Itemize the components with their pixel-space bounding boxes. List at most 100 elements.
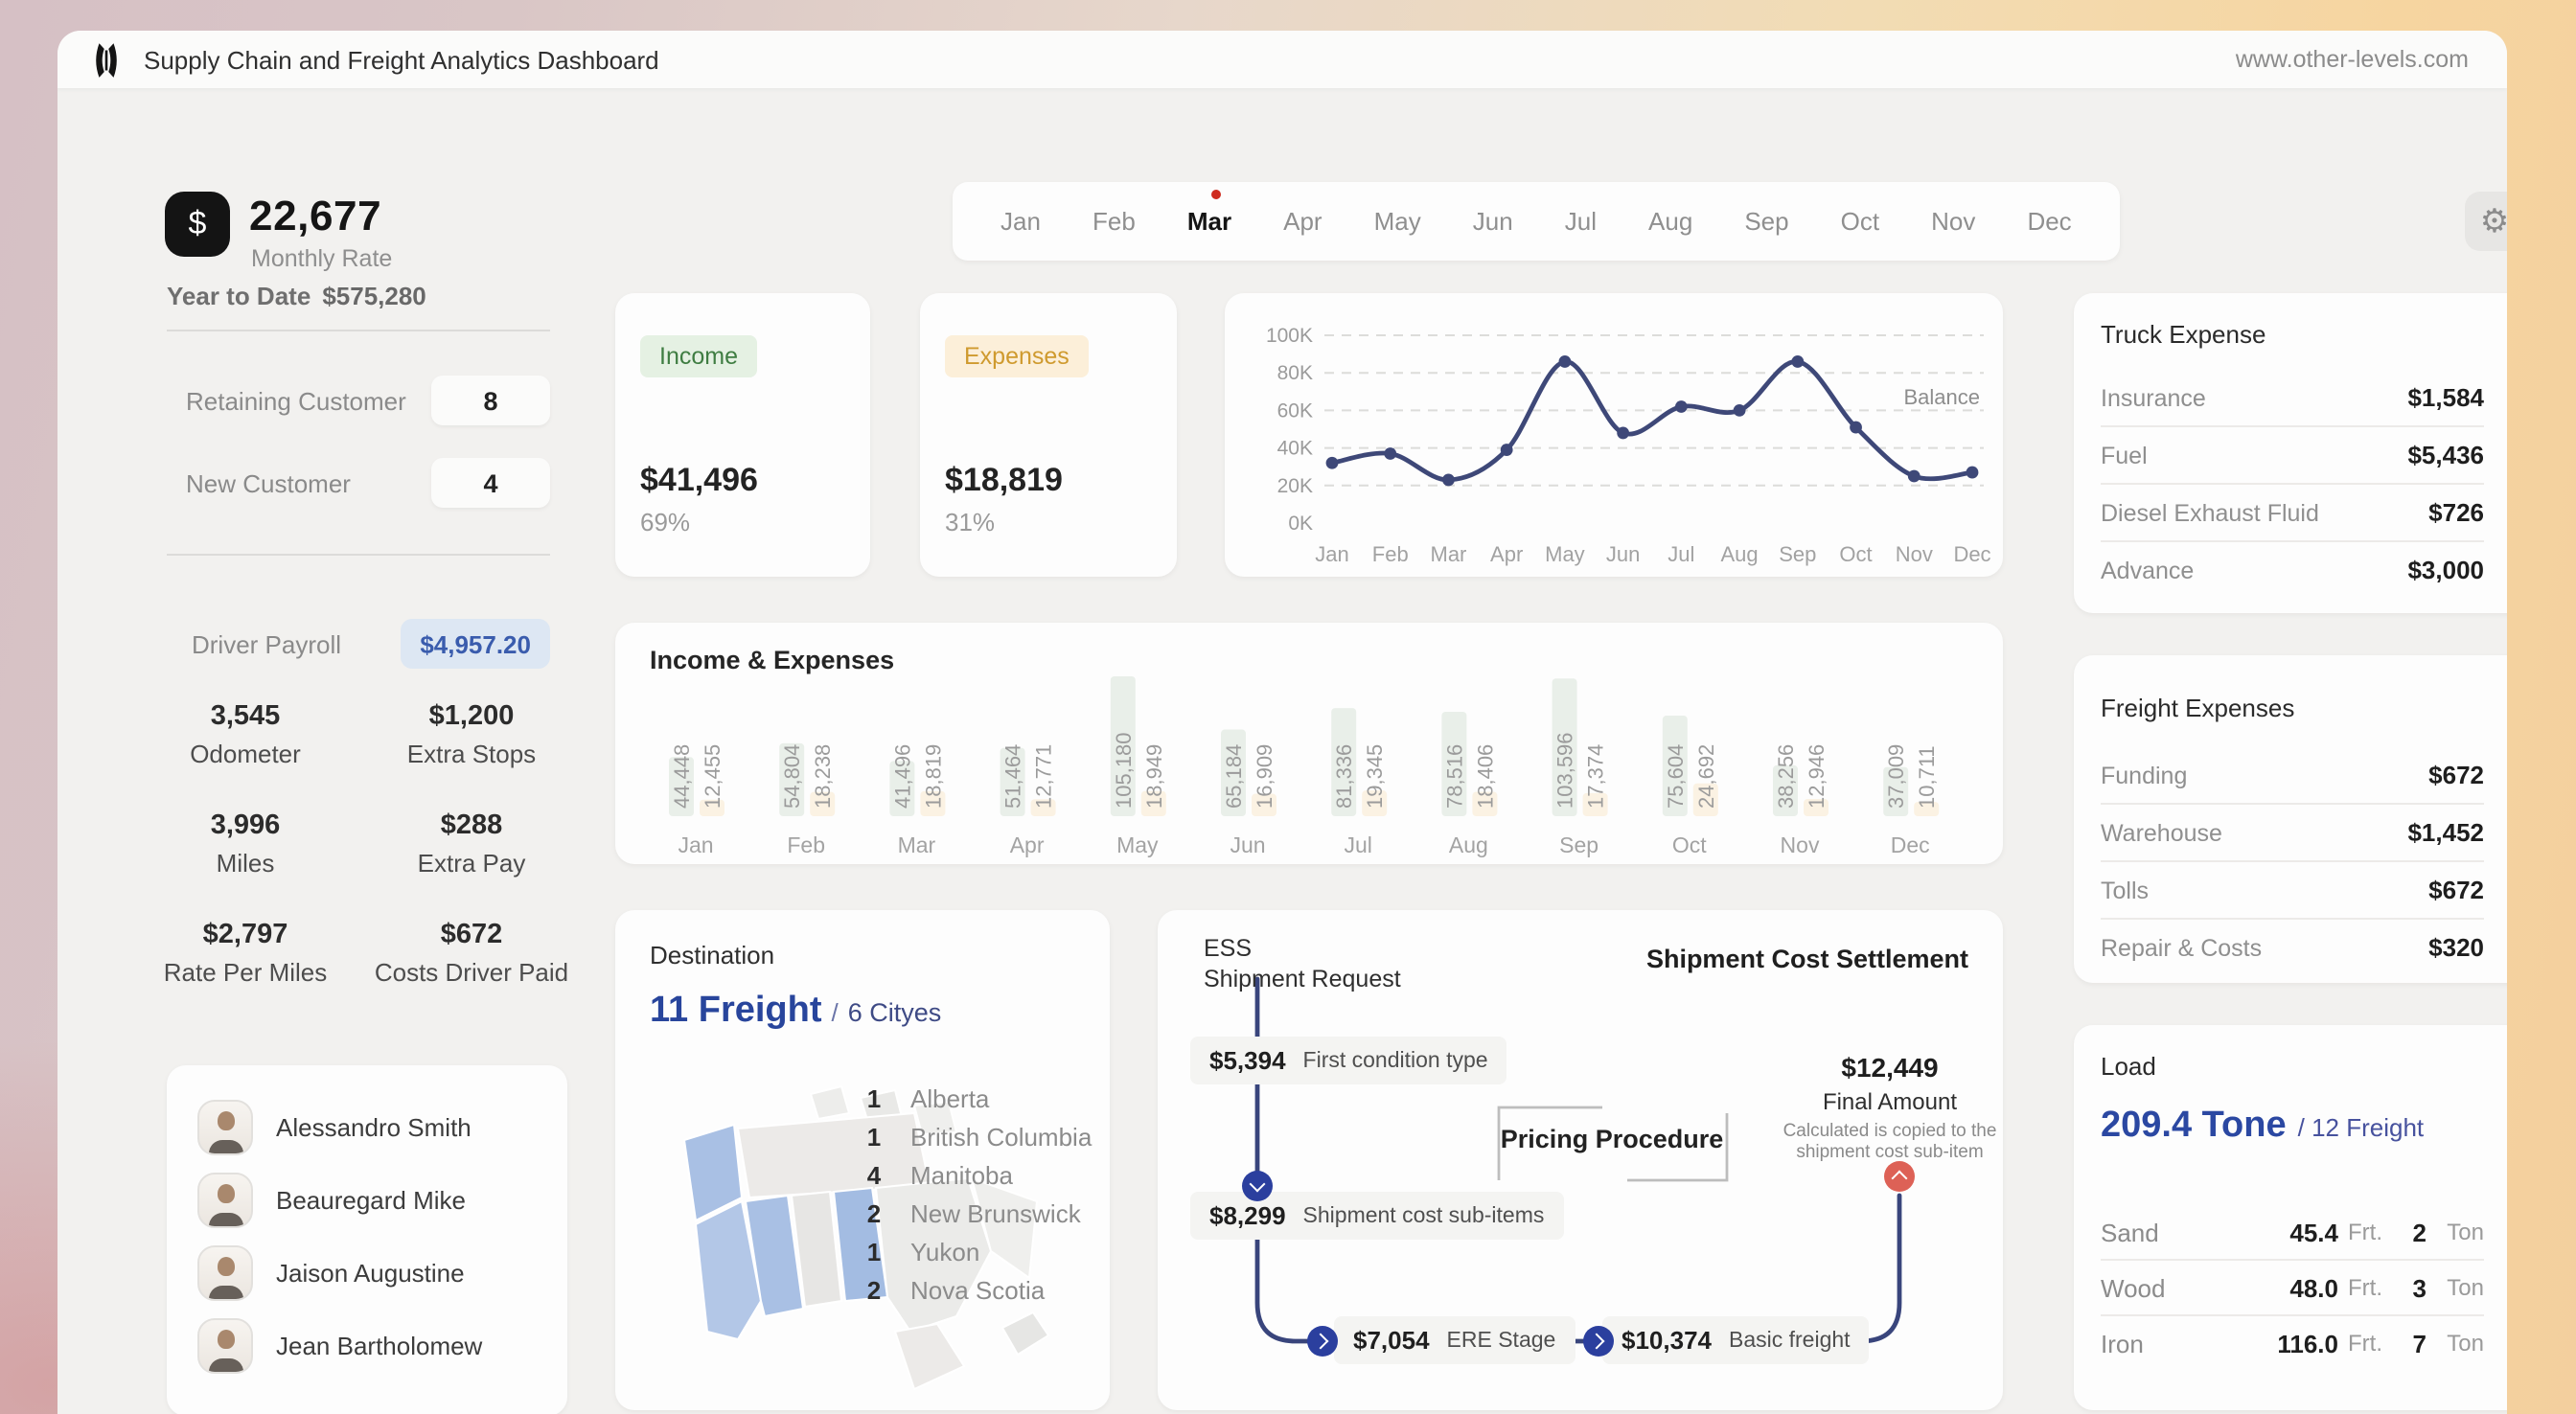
svg-text:Apr: Apr xyxy=(1490,542,1523,566)
destination-name: Manitoba xyxy=(910,1160,1013,1189)
main-panel: Supply Chain and Freight Analytics Dashb… xyxy=(58,31,2507,1414)
note-line2: shipment cost sub-item xyxy=(1767,1142,2012,1163)
load-title: Load xyxy=(2101,1052,2156,1081)
freight-expenses-card: Freight Expenses Funding$672Warehouse$1,… xyxy=(2074,655,2507,983)
month-tab-feb[interactable]: Feb xyxy=(1089,203,1139,239)
month-tab-jul[interactable]: Jul xyxy=(1561,203,1600,239)
month-tab-apr[interactable]: Apr xyxy=(1279,203,1325,239)
driver-stat: 3,996Miles xyxy=(142,810,349,878)
expense-value: $320 xyxy=(2428,933,2484,962)
svg-text:Jun: Jun xyxy=(1230,832,1265,857)
table-row: Iron116.0Frt.7Ton xyxy=(2101,1316,2484,1370)
driver-name: Beauregard Mike xyxy=(276,1185,466,1214)
svg-text:Jul: Jul xyxy=(1344,832,1371,857)
stat-label: Extra Pay xyxy=(368,849,575,878)
separator: / xyxy=(832,998,839,1027)
expense-value: $1,584 xyxy=(2407,383,2484,412)
flow-node-ere-stage: $7,054 ERE Stage xyxy=(1334,1316,1575,1364)
svg-text:60K: 60K xyxy=(1277,399,1313,422)
svg-text:81,336: 81,336 xyxy=(1332,744,1356,809)
node3-label: ERE Stage xyxy=(1447,1329,1556,1352)
svg-text:12,455: 12,455 xyxy=(701,744,724,809)
list-item[interactable]: Alessandro Smith xyxy=(197,1090,567,1163)
destination-count: 1 xyxy=(857,1237,891,1266)
svg-text:38,256: 38,256 xyxy=(1774,744,1798,809)
expense-label: Tolls xyxy=(2101,877,2149,903)
month-tab-jun[interactable]: Jun xyxy=(1469,203,1517,239)
load-material: Iron xyxy=(2101,1329,2258,1357)
expense-value: $1,452 xyxy=(2407,818,2484,847)
driver-payroll-row: Driver Payroll $4,957.20 xyxy=(167,619,550,669)
svg-text:40K: 40K xyxy=(1277,438,1313,460)
destination-title: Destination xyxy=(650,941,774,969)
driver-stat: 3,545Odometer xyxy=(142,701,349,768)
month-tab-sep[interactable]: Sep xyxy=(1740,203,1792,239)
expense-label: Fuel xyxy=(2101,442,2148,468)
load-qty: 45.4 xyxy=(2258,1218,2338,1246)
list-item[interactable]: Beauregard Mike xyxy=(197,1163,567,1236)
svg-text:Jan: Jan xyxy=(678,832,713,857)
final-amount-value: $12,449 xyxy=(1767,1052,2012,1083)
svg-text:78,516: 78,516 xyxy=(1442,744,1466,809)
svg-text:12,946: 12,946 xyxy=(1805,744,1828,809)
table-row: Repair & Costs$320 xyxy=(2101,920,2484,975)
destination-card: Destination 11 Freight / 6 Cityes xyxy=(615,910,1110,1410)
svg-text:18,406: 18,406 xyxy=(1473,744,1497,809)
expense-label: Advance xyxy=(2101,557,2194,583)
settings-gear-icon[interactable]: ⚙ xyxy=(2465,192,2507,251)
month-tab-may[interactable]: May xyxy=(1370,203,1425,239)
load-summary: 209.4 Tone / 12 Freight xyxy=(2101,1106,2424,1148)
destination-summary: 11 Freight / 6 Cityes xyxy=(650,991,941,1033)
expenses-value: $18,819 xyxy=(945,462,1063,500)
chevron-right-icon xyxy=(1583,1326,1614,1357)
load-unit: Frt. xyxy=(2338,1330,2388,1357)
month-tab-aug[interactable]: Aug xyxy=(1644,203,1696,239)
month-tab-nov[interactable]: Nov xyxy=(1927,203,1979,239)
stat-label: Extra Stops xyxy=(368,740,575,768)
customer-label: New Customer xyxy=(186,468,351,497)
load-tons: 2 xyxy=(2388,1218,2426,1246)
list-item[interactable]: Jean Bartholomew xyxy=(197,1309,567,1381)
stat-label: Miles xyxy=(142,849,349,878)
customer-label: Retaining Customer xyxy=(186,386,406,415)
destination-name: British Columbia xyxy=(910,1122,1092,1151)
flow-node-basic-freight: $10,374 Basic freight xyxy=(1602,1316,1870,1364)
freight-count: 11 Freight xyxy=(650,991,822,1033)
load-qty: 116.0 xyxy=(2258,1329,2338,1357)
node4-amount: $10,374 xyxy=(1622,1326,1712,1355)
chevron-right-icon xyxy=(1307,1326,1338,1357)
income-expenses-chart-card: Income & Expenses 44,44812,455Jan54,8041… xyxy=(615,623,2003,864)
monthly-rate-value: 22,677 xyxy=(249,192,381,241)
monthly-rate-label: Monthly Rate xyxy=(251,245,392,272)
driver-stat: $1,200Extra Stops xyxy=(368,701,575,768)
expense-label: Insurance xyxy=(2101,384,2206,411)
month-tab-mar[interactable]: Mar xyxy=(1184,203,1235,239)
expense-value: $672 xyxy=(2428,761,2484,789)
month-tab-oct[interactable]: Oct xyxy=(1837,203,1883,239)
month-tab-jan[interactable]: Jan xyxy=(997,203,1045,239)
year-to-date: Year to Date$575,280 xyxy=(167,282,426,310)
node1-amount: $5,394 xyxy=(1209,1046,1286,1075)
svg-text:Balance: Balance xyxy=(1903,385,1980,409)
svg-text:Aug: Aug xyxy=(1449,832,1488,857)
svg-text:80K: 80K xyxy=(1277,362,1313,384)
load-tons-unit: Ton xyxy=(2426,1330,2484,1357)
svg-text:Mar: Mar xyxy=(1431,542,1467,566)
site-url: www.other-levels.com xyxy=(2236,46,2469,73)
balance-chart-card: 0K20K40K60K80K100KJanFebMarAprMayJunJulA… xyxy=(1225,293,2003,577)
chevron-up-icon xyxy=(1884,1161,1915,1192)
destination-name: Nova Scotia xyxy=(910,1275,1045,1304)
list-item[interactable]: Jaison Augustine xyxy=(197,1236,567,1309)
table-row: Warehouse$1,452 xyxy=(2101,805,2484,862)
load-material: Wood xyxy=(2101,1273,2258,1302)
app-header: Supply Chain and Freight Analytics Dashb… xyxy=(58,31,2507,88)
shipment-flow-card: ESS Shipment Request Shipment Cost Settl… xyxy=(1158,910,2003,1410)
app-logo-icon xyxy=(92,39,121,80)
driver-payroll-value[interactable]: $4,957.20 xyxy=(401,619,550,669)
freight-expenses-title: Freight Expenses xyxy=(2101,694,2294,722)
month-tab-dec[interactable]: Dec xyxy=(2023,203,2075,239)
load-unit: Frt. xyxy=(2338,1274,2388,1301)
income-badge: Income xyxy=(640,335,757,377)
truck-expense-card: Truck Expense Insurance$1,584Fuel$5,436D… xyxy=(2074,293,2507,613)
stat-label: Odometer xyxy=(142,740,349,768)
